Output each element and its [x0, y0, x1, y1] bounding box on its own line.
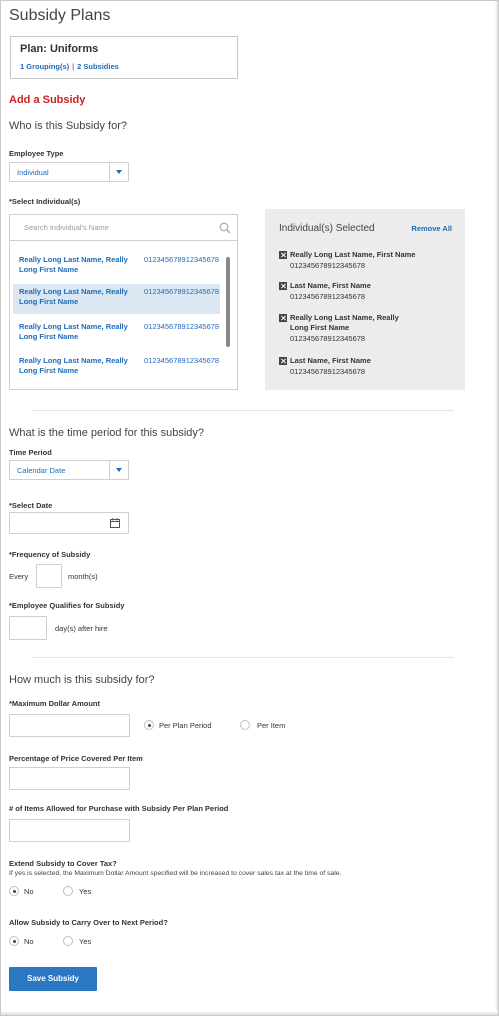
search-icon[interactable]: [219, 222, 231, 234]
carry-yes-label: Yes: [79, 937, 92, 946]
individual-row[interactable]: Really Long Last Name, Really Long First…: [13, 319, 220, 349]
time-period-value: Calendar Date: [17, 466, 66, 475]
individual-row[interactable]: Really Long Last Name, Really Long First…: [13, 353, 220, 383]
save-subsidy-button[interactable]: Save Subsidy: [9, 967, 97, 991]
per-plan-period-label: Per Plan Period: [159, 721, 212, 730]
select-individuals-label: *Select Individual(s): [9, 197, 81, 206]
employee-type-select[interactable]: Individual: [9, 162, 129, 182]
selected-item-id: 012345678912345678: [290, 334, 366, 343]
tax-label: Extend Subsidy to Cover Tax?: [9, 859, 117, 868]
individual-row-selected[interactable]: Really Long Last Name, Really Long First…: [13, 284, 220, 314]
frequency-input[interactable]: [36, 564, 62, 588]
remove-icon[interactable]: [279, 282, 287, 290]
individual-id: 012345678912345678: [144, 322, 220, 331]
remove-icon[interactable]: [279, 314, 287, 322]
percentage-input[interactable]: [9, 767, 130, 790]
tax-no-radio[interactable]: [9, 886, 19, 896]
individual-name: Really Long Last Name, Really Long First…: [19, 322, 128, 341]
individual-id: 012345678912345678: [144, 356, 220, 365]
selected-panel-title: Individual(s) Selected: [279, 223, 375, 234]
selected-individuals-panel: Individual(s) Selected Remove All Really…: [265, 209, 465, 390]
tax-yes-radio[interactable]: [63, 886, 73, 896]
plan-name: Plan: Uniforms: [20, 43, 99, 55]
max-dollar-label: *Maximum Dollar Amount: [9, 699, 100, 708]
frequency-suffix: month(s): [68, 572, 98, 581]
qualifies-days-input[interactable]: [9, 616, 47, 640]
plan-links: 1 Grouping(s) | 2 Subsidies: [20, 62, 119, 71]
subsidies-link[interactable]: 2 Subsidies: [77, 62, 119, 71]
individual-name: Really Long Last Name, Really Long First…: [19, 255, 128, 274]
carry-no-radio[interactable]: [9, 936, 19, 946]
selected-item-id: 012345678912345678: [290, 292, 366, 301]
time-period-label: Time Period: [9, 448, 52, 457]
amount-question: How much is this subsidy for?: [9, 674, 155, 686]
select-date-label: *Select Date: [9, 501, 53, 510]
remove-all-link[interactable]: Remove All: [411, 224, 452, 233]
section-divider: [32, 410, 454, 411]
per-plan-period-radio[interactable]: [144, 720, 154, 730]
list-scrollbar[interactable]: [226, 257, 230, 347]
carry-no-label: No: [24, 937, 34, 946]
tax-help-text: If yes is selected, the Maximum Dollar A…: [9, 870, 342, 877]
individual-id: 012345678912345678: [144, 255, 220, 264]
selected-item-name: Last Name, First Name: [290, 281, 371, 290]
items-allowed-label: # of Items Allowed for Purchase with Sub…: [9, 804, 229, 813]
chevron-down-icon[interactable]: [109, 163, 128, 181]
individual-name: Really Long Last Name, Really Long First…: [19, 287, 128, 306]
tax-yes-label: Yes: [79, 887, 92, 896]
percentage-label: Percentage of Price Covered Per Item: [9, 754, 143, 763]
plan-card: Plan: Uniforms 1 Grouping(s) | 2 Subsidies: [10, 36, 238, 79]
selected-item-name: Really Long Last Name, First Name: [290, 250, 416, 259]
selected-item-name: Last Name, First Name: [290, 356, 371, 365]
section-divider: [32, 657, 454, 658]
individuals-list-box: Really Long Last Name, Really Long First…: [9, 214, 238, 390]
add-subsidy-heading: Add a Subsidy: [9, 94, 86, 106]
frame-shadow-right: [495, 1, 498, 1015]
qualifies-suffix: day(s) after hire: [55, 624, 108, 633]
tax-no-label: No: [24, 887, 34, 896]
selected-item-id: 012345678912345678: [290, 367, 366, 376]
carry-yes-radio[interactable]: [63, 936, 73, 946]
carry-over-label: Allow Subsidy to Carry Over to Next Peri…: [9, 918, 168, 927]
individual-row[interactable]: Really Long Last Name, Really Long First…: [13, 252, 220, 282]
qualifies-label: *Employee Qualifies for Subsidy: [9, 601, 125, 610]
frame-shadow-bottom: [1, 1011, 498, 1015]
remove-icon[interactable]: [279, 251, 287, 259]
per-item-radio[interactable]: [240, 720, 250, 730]
individual-id: 012345678912345678: [144, 287, 220, 296]
time-period-select[interactable]: Calendar Date: [9, 460, 129, 480]
date-input[interactable]: [9, 512, 129, 534]
employee-type-value: Individual: [17, 168, 49, 177]
who-question: Who is this Subsidy for?: [9, 120, 127, 132]
selected-item-name: Really Long Last Name, Really Long First…: [290, 313, 399, 332]
groupings-link[interactable]: 1 Grouping(s): [20, 62, 69, 71]
individual-name: Really Long Last Name, Really Long First…: [19, 356, 128, 375]
calendar-icon[interactable]: [110, 518, 120, 528]
page-title: Subsidy Plans: [9, 7, 111, 24]
search-individual-input[interactable]: [10, 215, 237, 241]
frequency-prefix: Every: [9, 572, 29, 581]
subsidy-form-frame: Subsidy Plans Plan: Uniforms 1 Grouping(…: [0, 0, 499, 1016]
selected-item-id: 012345678912345678: [290, 261, 366, 270]
employee-type-label: Employee Type: [9, 149, 64, 158]
frequency-label: *Frequency of Subsidy: [9, 550, 91, 559]
chevron-down-icon[interactable]: [109, 461, 128, 479]
plan-links-separator: |: [72, 62, 75, 71]
max-dollar-input[interactable]: [9, 714, 130, 737]
items-allowed-input[interactable]: [9, 819, 130, 842]
remove-icon[interactable]: [279, 357, 287, 365]
time-question: What is the time period for this subsidy…: [9, 427, 205, 439]
per-item-label: Per Item: [257, 721, 286, 730]
